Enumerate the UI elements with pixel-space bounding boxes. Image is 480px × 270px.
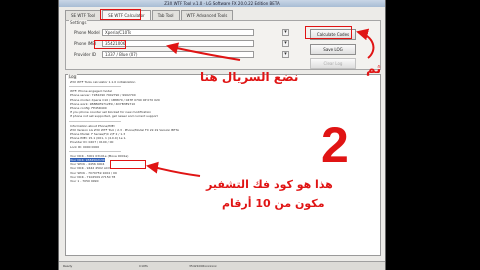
annotation-arrows — [146, 28, 375, 177]
code-annotation-line2: مكون من 10 أرقام — [222, 197, 325, 210]
code-annotation-line1: هذا هو كود فك التشفير — [206, 178, 333, 191]
serial-annotation: نضع السريال هنا — [200, 70, 299, 84]
step-number: 2 — [321, 117, 349, 173]
arrow-to-code — [146, 161, 201, 177]
arrow-to-imei — [166, 42, 241, 61]
arrow-to-calculate — [356, 28, 375, 59]
then-annotation: ثم — [366, 62, 382, 77]
